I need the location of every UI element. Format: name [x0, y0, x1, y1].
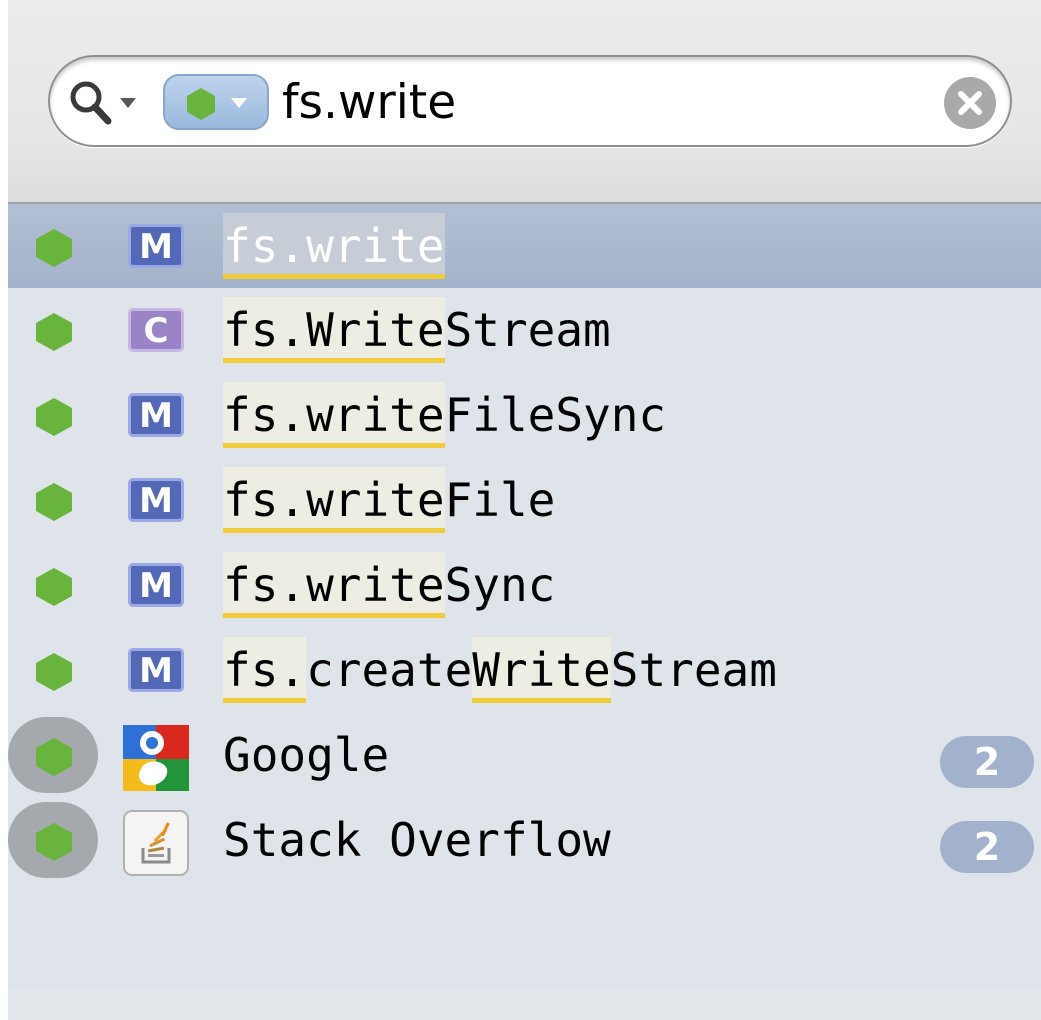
- source-row-stack-overflow[interactable]: Stack Overflow 2: [8, 798, 1041, 883]
- method-badge: M: [128, 563, 184, 607]
- chevron-down-icon: [231, 98, 247, 108]
- result-row[interactable]: M fs.write: [8, 204, 1041, 288]
- nodejs-hexagon-icon: [187, 88, 215, 120]
- method-badge: M: [128, 224, 184, 268]
- method-badge: M: [128, 648, 184, 692]
- result-label: fs.writeSync: [223, 543, 555, 628]
- search-options-menu[interactable]: [68, 79, 142, 125]
- nodejs-hexagon-icon: [36, 398, 72, 436]
- result-label: fs.write: [223, 204, 445, 289]
- search-icon: [70, 81, 112, 125]
- result-label: fs.writeFileSync: [223, 373, 666, 458]
- result-label: fs.WriteStream: [223, 288, 611, 373]
- result-row[interactable]: M fs.writeFile: [8, 458, 1041, 543]
- nodejs-hexagon-icon: [36, 483, 72, 521]
- nodejs-hexagon-icon: [36, 568, 72, 606]
- method-badge: M: [128, 393, 184, 437]
- quick-search-panel: M fs.write C fs.WriteStream M fs.writeFi…: [8, 0, 1041, 1020]
- nodejs-hexagon-icon: [36, 313, 72, 351]
- source-label: Google: [223, 728, 390, 782]
- close-icon: [958, 91, 982, 115]
- clear-search-button[interactable]: [944, 77, 996, 129]
- result-row[interactable]: C fs.WriteStream: [8, 288, 1041, 373]
- stack-overflow-icon: [123, 810, 189, 876]
- result-row[interactable]: M fs.writeFileSync: [8, 373, 1041, 458]
- result-count-badge: 2: [940, 821, 1034, 873]
- google-icon: [123, 725, 189, 791]
- chevron-down-icon: [120, 98, 136, 108]
- result-row[interactable]: M fs.writeSync: [8, 543, 1041, 628]
- class-badge: C: [128, 308, 184, 352]
- search-bar-area: [8, 0, 1041, 204]
- source-row-google[interactable]: Google 2: [8, 713, 1041, 798]
- nodejs-hexagon-icon: [36, 823, 72, 861]
- source-label: Stack Overflow: [223, 813, 611, 867]
- panel-footer: [8, 990, 1041, 1020]
- search-field[interactable]: [48, 55, 1012, 147]
- result-count-badge: 2: [940, 736, 1034, 788]
- nodejs-hexagon-icon: [36, 738, 72, 776]
- method-badge: M: [128, 478, 184, 522]
- nodejs-hexagon-icon: [36, 653, 72, 691]
- search-input[interactable]: [282, 69, 922, 135]
- nodejs-hexagon-icon: [36, 229, 72, 267]
- scope-selector[interactable]: [163, 74, 269, 130]
- result-list: M fs.write C fs.WriteStream M fs.writeFi…: [8, 204, 1041, 883]
- result-label: fs.writeFile: [223, 458, 555, 543]
- result-label: fs.createWriteStream: [223, 628, 777, 713]
- result-row[interactable]: M fs.createWriteStream: [8, 628, 1041, 713]
